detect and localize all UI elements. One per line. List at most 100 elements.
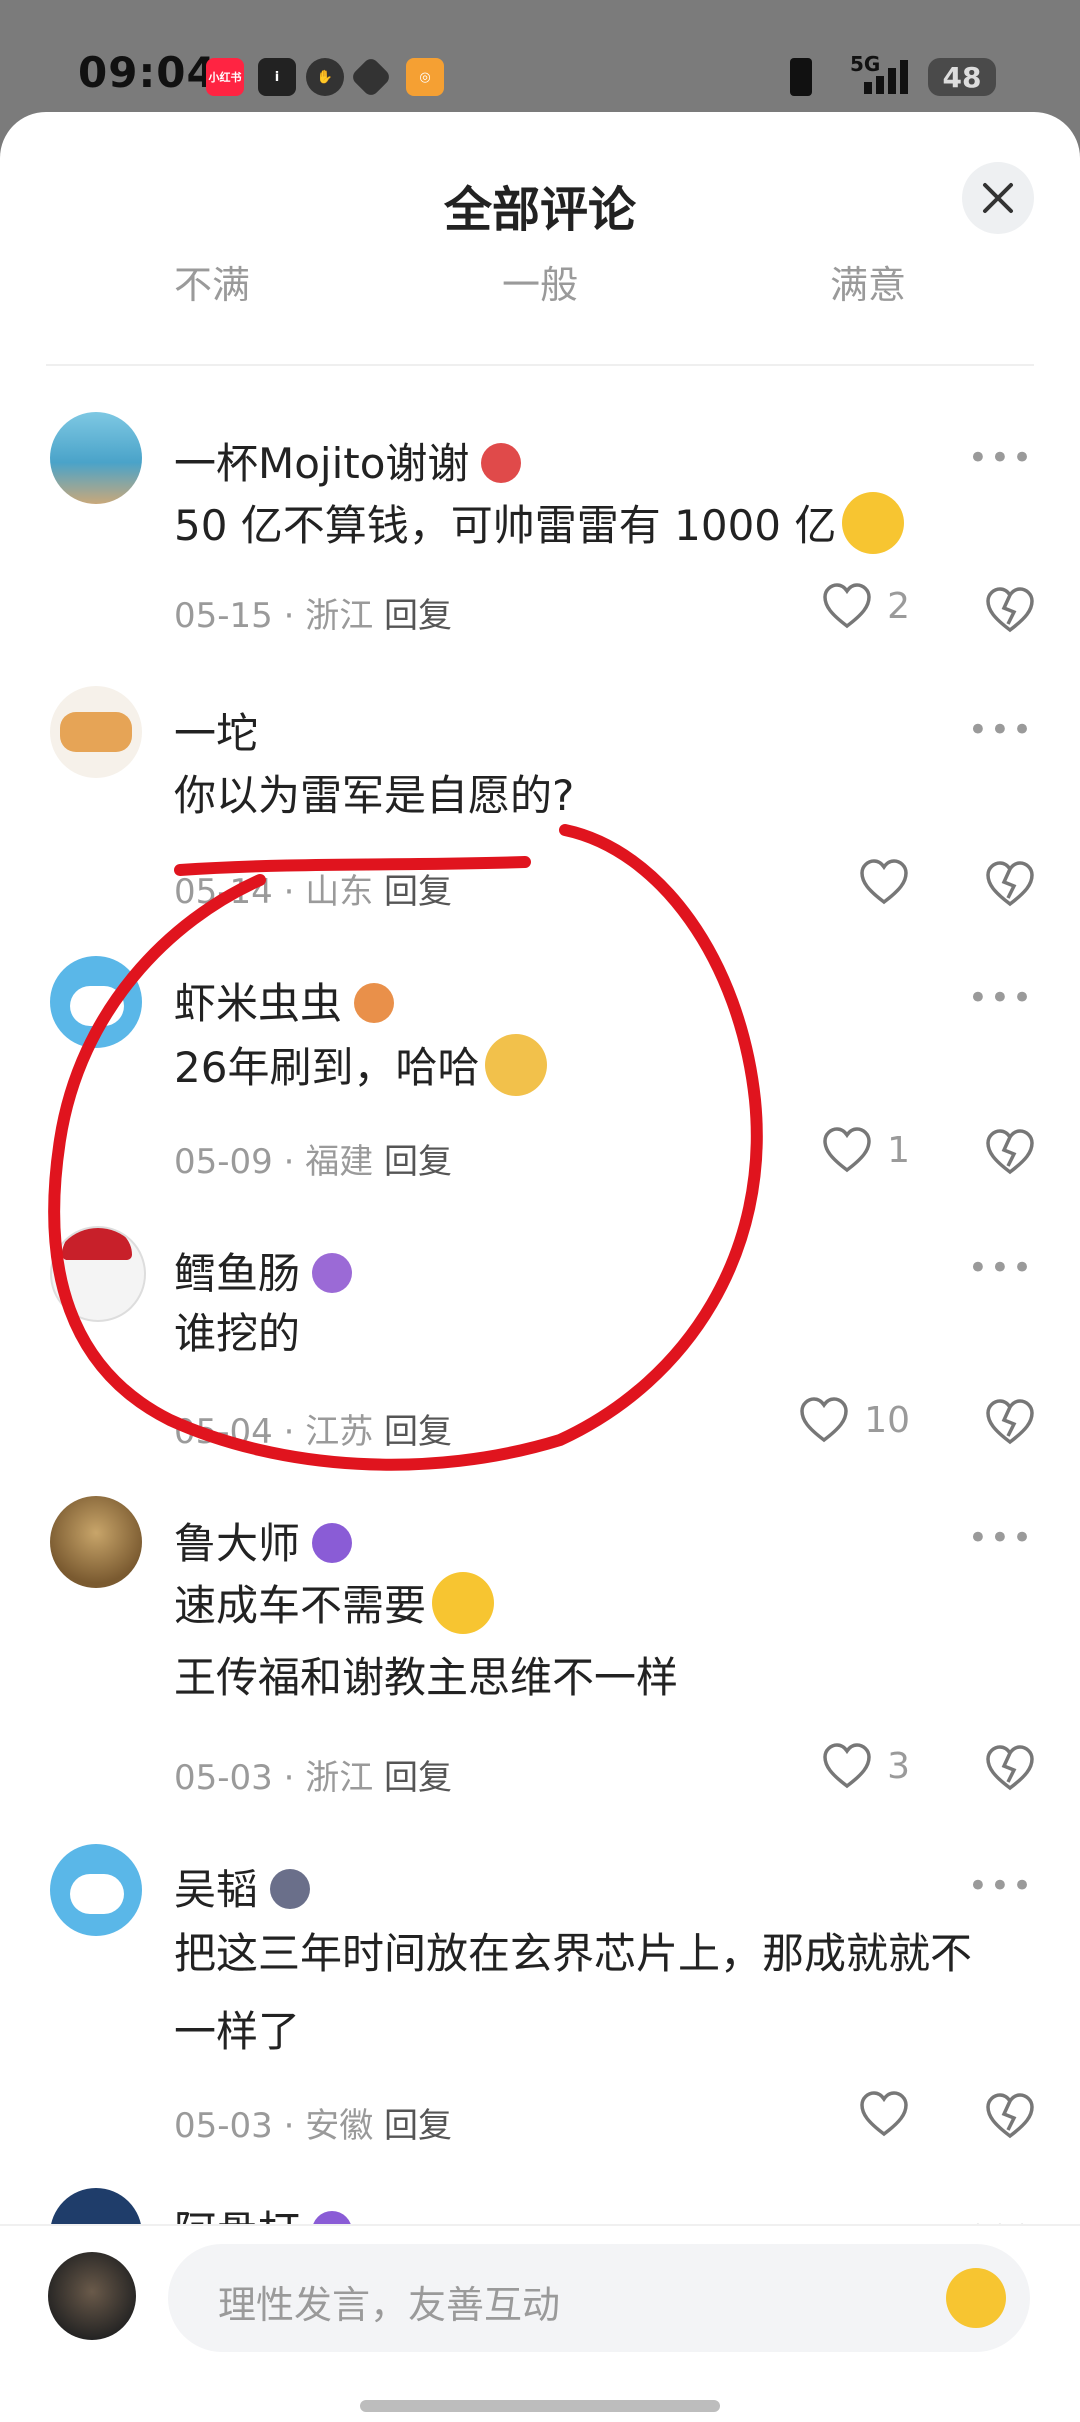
current-user-avatar[interactable]	[48, 2252, 136, 2340]
more-icon[interactable]: •••	[968, 978, 1034, 1018]
search-app-icon: ◎	[406, 58, 444, 96]
comments-sheet: 全部评论 不满 一般 满意 一杯Mojito谢谢 ••• 50 亿不算钱，可帅雷…	[0, 112, 1080, 2420]
heart-icon	[860, 859, 908, 905]
comment-text: 26年刷到，哈哈	[174, 1030, 548, 1106]
like-button[interactable]	[858, 858, 910, 906]
hat-icon	[62, 1228, 132, 1260]
comment-input-bar: 理性发言，友善互动	[0, 2224, 1080, 2422]
comment-date: 05-04	[174, 1412, 273, 1452]
crown-badge-icon	[270, 1868, 311, 1909]
comment-text-line2: 王传福和谢教主思维不一样	[174, 1653, 679, 1702]
bear-icon	[70, 1874, 124, 1914]
avatar[interactable]	[50, 686, 142, 778]
comment-date: 05-09	[174, 1142, 273, 1182]
more-icon[interactable]: •••	[968, 710, 1034, 750]
username-text: 鲁大师	[174, 1519, 301, 1568]
username[interactable]: 鲁大师	[174, 1510, 353, 1571]
comment-meta: 05-15 · 浙江 回复	[174, 596, 453, 636]
comment-location: 浙江	[305, 596, 374, 636]
badge-icon	[312, 1522, 353, 1563]
reply-button[interactable]: 回复	[384, 2106, 452, 2146]
like-button[interactable]	[858, 2090, 910, 2138]
filter-unsatisfied[interactable]: 不满	[174, 254, 250, 309]
comment-text-line: 26年刷到，哈哈	[174, 1043, 480, 1092]
dislike-icon[interactable]	[984, 1128, 1036, 1176]
battery-level: 48	[942, 60, 982, 94]
heart-icon	[800, 1397, 848, 1443]
home-indicator[interactable]	[360, 2400, 720, 2412]
comment-text-line: 速成车不需要	[174, 1581, 427, 1630]
username[interactable]: 吴韬	[174, 1856, 311, 1917]
reply-button[interactable]: 回复	[384, 1142, 452, 1182]
comment-meta: 05-03 · 安徽 回复	[174, 2106, 453, 2146]
dislike-icon[interactable]	[984, 860, 1036, 908]
badge-icon	[312, 1252, 353, 1293]
comment-location: 安徽	[305, 2106, 374, 2146]
bread-icon	[60, 712, 132, 752]
comment-meta: 05-09 · 福建 回复	[174, 1142, 453, 1182]
more-icon[interactable]: •••	[968, 1248, 1034, 1288]
hand-icon: ✋	[306, 58, 344, 96]
reply-button[interactable]: 回复	[384, 1758, 452, 1798]
input-placeholder: 理性发言，友善互动	[218, 2283, 561, 2327]
like-button[interactable]: 2	[821, 582, 910, 630]
comment-input[interactable]: 理性发言，友善互动	[168, 2244, 1030, 2352]
comment-date: 05-03	[174, 1758, 273, 1798]
like-button[interactable]: 3	[821, 1742, 910, 1790]
comment-text: 你以为雷军是自愿的?	[174, 771, 575, 820]
comment-location: 浙江	[305, 1758, 374, 1798]
username[interactable]: 虾米虫虫	[174, 970, 395, 1031]
reply-button[interactable]: 回复	[384, 1412, 452, 1452]
username-text: 吴韬	[174, 1865, 259, 1914]
bear-icon	[70, 986, 124, 1026]
avatar[interactable]	[50, 956, 142, 1048]
reply-button[interactable]: 回复	[384, 872, 452, 912]
filter-neutral[interactable]: 一般	[502, 254, 578, 309]
comment-text: 50 亿不算钱，可帅雷雷有 1000 亿	[174, 488, 905, 564]
close-icon	[983, 183, 1013, 213]
badge-icon	[354, 982, 395, 1023]
dislike-icon[interactable]	[984, 1398, 1036, 1446]
more-icon[interactable]: •••	[968, 1518, 1034, 1558]
comment-location: 江苏	[305, 1412, 374, 1452]
avatar[interactable]	[50, 1226, 146, 1322]
more-icon[interactable]: •••	[968, 438, 1034, 478]
like-count: 10	[864, 1399, 910, 1441]
heart-icon	[860, 2091, 908, 2137]
comment-date: 05-03	[174, 2106, 273, 2146]
dislike-icon[interactable]	[984, 2092, 1036, 2140]
comment-text: 谁挖的	[174, 1309, 301, 1358]
thinking-face-icon	[842, 491, 905, 554]
signal-icon	[864, 60, 908, 94]
vibrate-icon	[790, 58, 812, 96]
comment-meta: 05-14 · 山东 回复	[174, 872, 453, 912]
reply-button[interactable]: 回复	[384, 596, 452, 636]
avatar[interactable]	[50, 412, 142, 504]
username[interactable]: 鳕鱼肠	[174, 1240, 353, 1301]
comment-meta: 05-04 · 江苏 回复	[174, 1412, 453, 1452]
comment-text: 速成车不需要	[174, 1568, 495, 1644]
divider	[46, 364, 1034, 366]
avatar[interactable]	[50, 1844, 142, 1936]
dislike-icon[interactable]	[984, 586, 1036, 634]
username[interactable]: 一杯Mojito谢谢	[174, 430, 522, 491]
avatar[interactable]	[50, 1496, 142, 1588]
page-title: 全部评论	[443, 182, 636, 238]
filter-satisfied[interactable]: 满意	[830, 254, 906, 309]
dislike-icon[interactable]	[984, 1744, 1036, 1792]
username-text: 一杯Mojito谢谢	[174, 439, 470, 488]
username[interactable]: 一坨	[174, 700, 258, 761]
heart-icon	[823, 1743, 871, 1789]
comment-location: 福建	[305, 1142, 374, 1182]
like-button[interactable]: 10	[798, 1396, 910, 1444]
dog-face-icon	[485, 1033, 548, 1096]
comment-text-line: 50 亿不算钱，可帅雷雷有 1000 亿	[174, 501, 837, 550]
emoji-picker-icon[interactable]	[946, 2268, 1006, 2328]
grinning-face-icon	[432, 1571, 495, 1634]
status-bar: 09:04 小红书 i ✋ ◎ 5G 48	[0, 0, 1080, 130]
like-button[interactable]: 1	[821, 1126, 910, 1174]
like-count: 3	[887, 1745, 910, 1787]
close-button[interactable]	[962, 162, 1034, 234]
like-count: 2	[887, 585, 910, 627]
more-icon[interactable]: •••	[968, 1866, 1034, 1906]
